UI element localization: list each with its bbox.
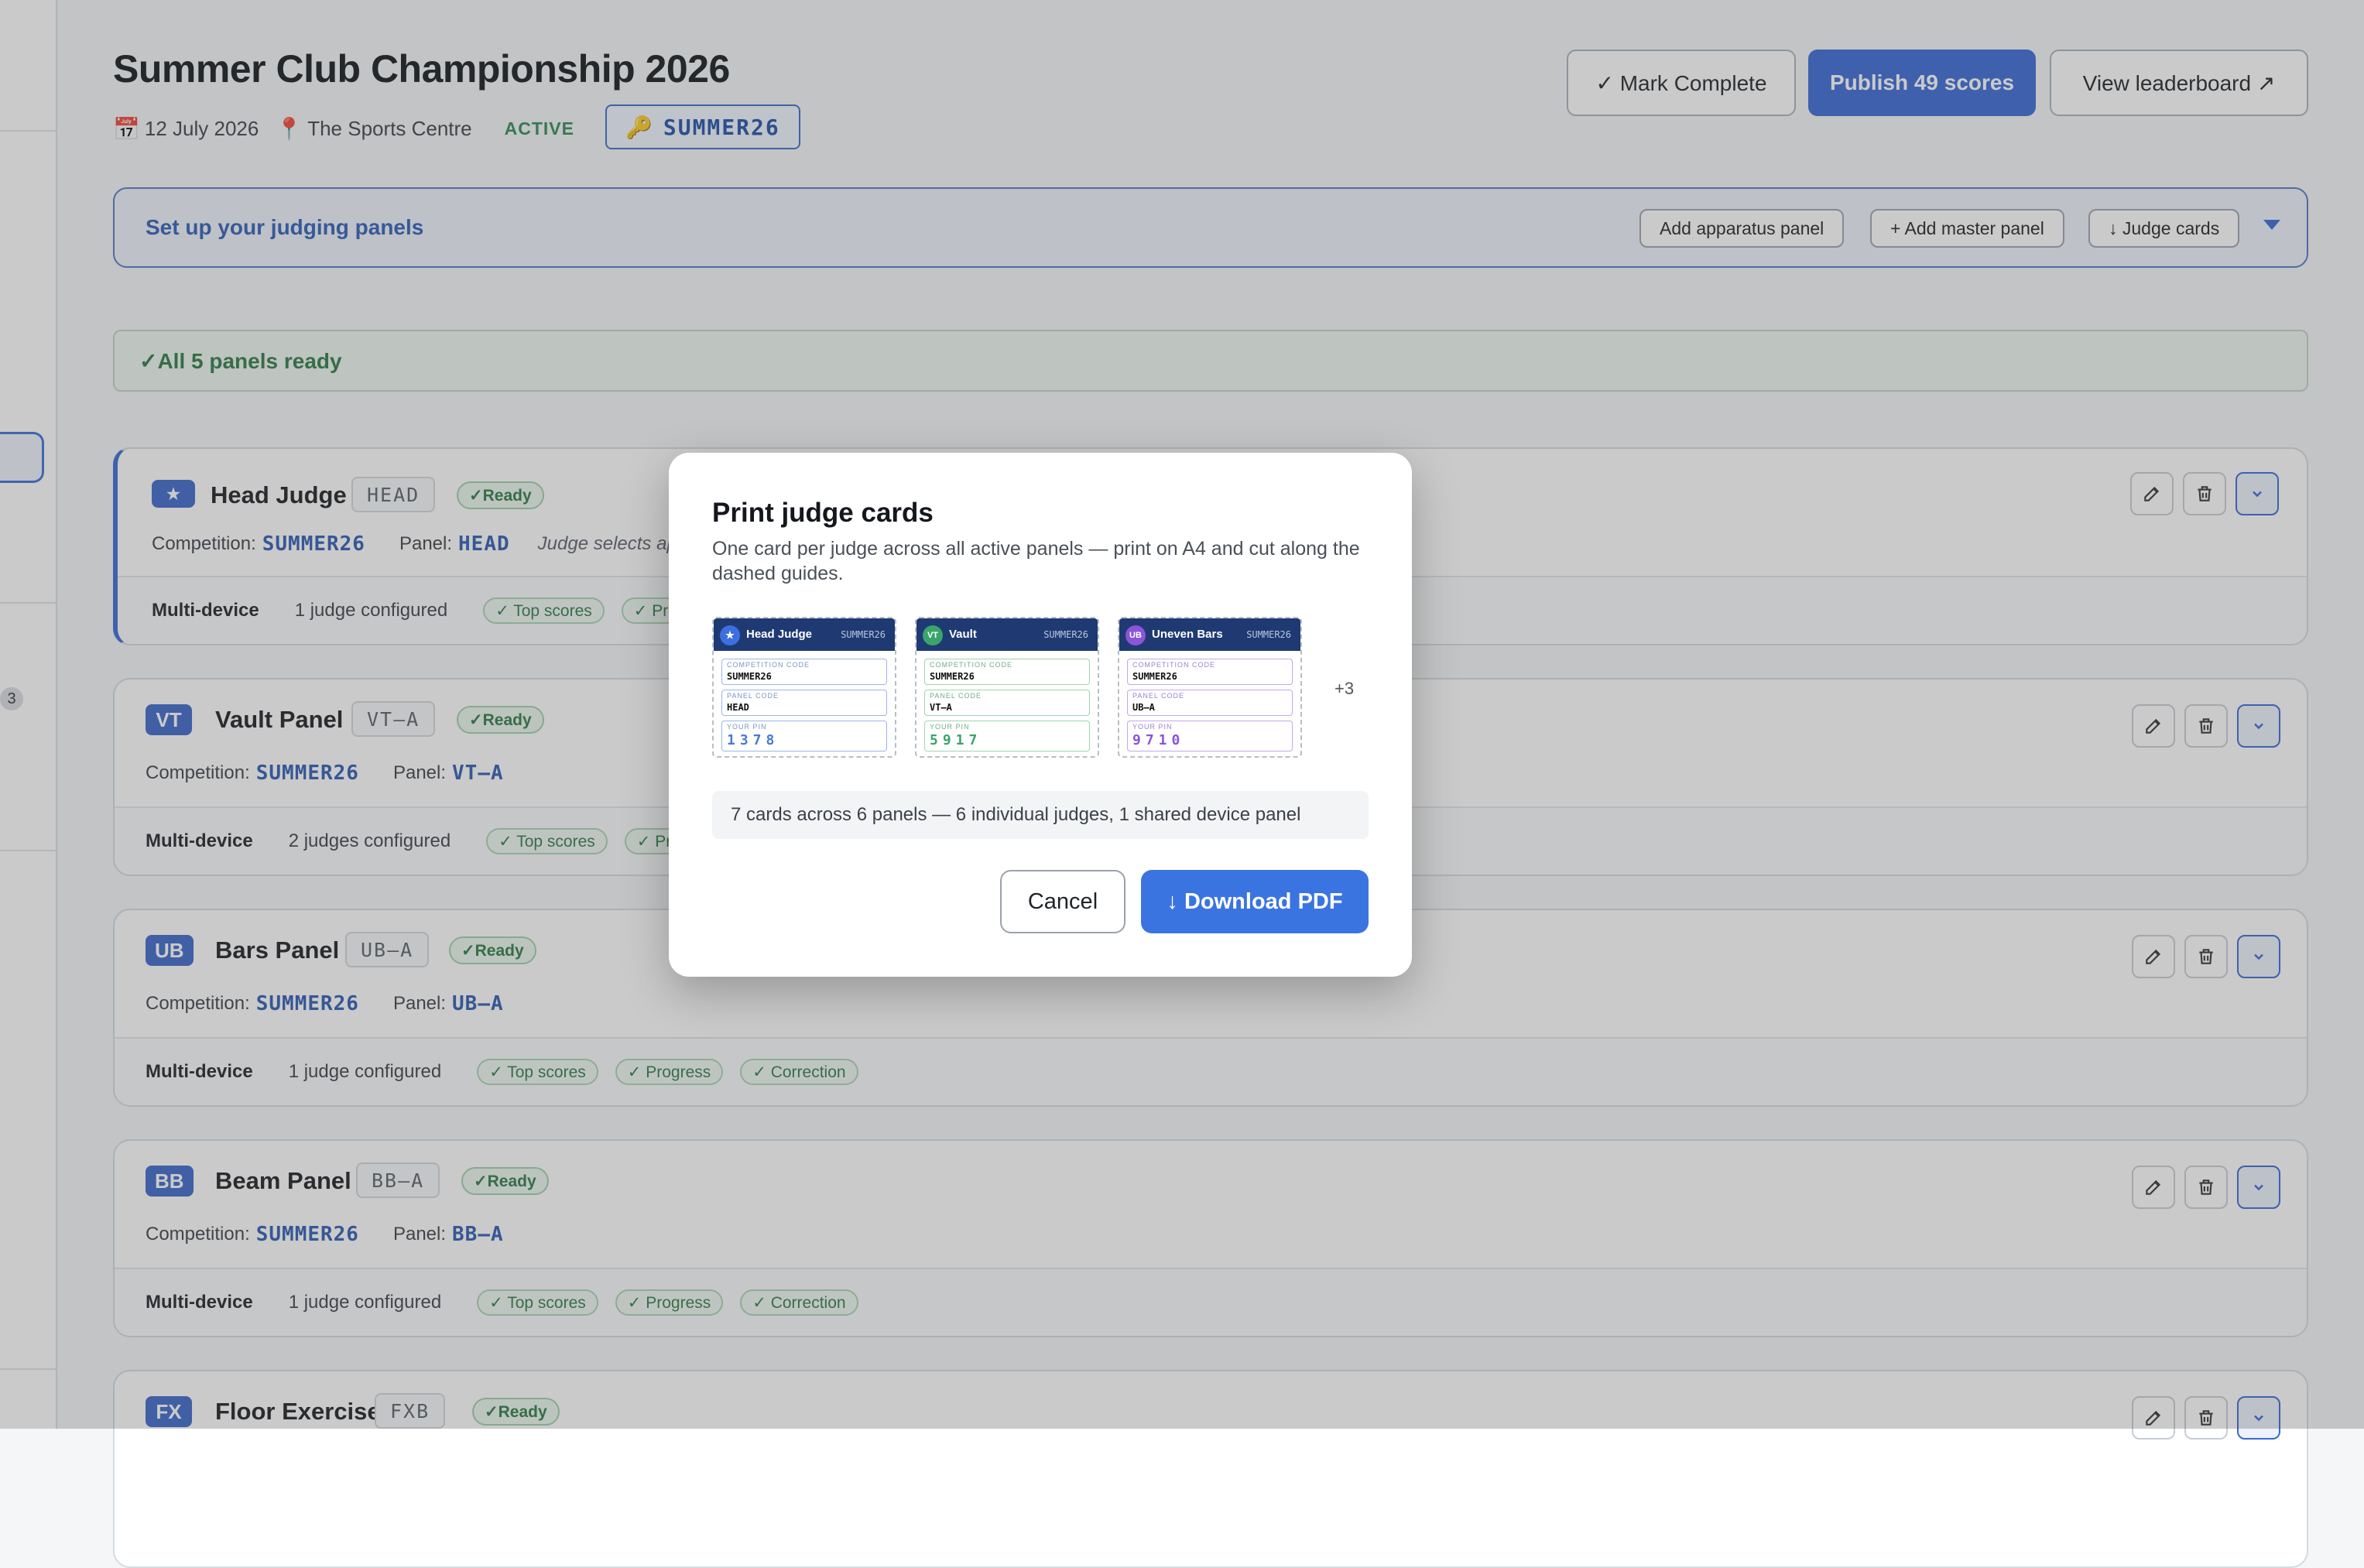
card-badge: UB (1125, 625, 1146, 645)
card-header: ★ Head Judge SUMMER26 (714, 618, 895, 651)
field-label: YOUR PIN (1132, 723, 1173, 731)
field-label: COMPETITION CODE (727, 661, 810, 669)
pin-field: YOUR PIN 9710 (1127, 721, 1293, 751)
card-code: SUMMER26 (1246, 629, 1291, 640)
card-title: Head Judge (746, 628, 813, 641)
card-header: VT Vault SUMMER26 (916, 618, 1098, 651)
pin-field: YOUR PIN 5917 (924, 721, 1090, 751)
cancel-button[interactable]: Cancel (1000, 870, 1125, 933)
judge-card-preview: UB Uneven Bars SUMMER26 COMPETITION CODE… (1118, 617, 1302, 758)
judge-card-preview: ★ Head Judge SUMMER26 COMPETITION CODE S… (712, 617, 896, 758)
pin-value: 5917 (930, 732, 982, 748)
field-label: PANEL CODE (727, 692, 779, 700)
download-pdf-button[interactable]: ↓ Download PDF (1141, 870, 1369, 933)
field-value: SUMMER26 (1132, 671, 1177, 682)
card-title: Uneven Bars (1152, 628, 1223, 641)
field-label: YOUR PIN (930, 723, 970, 731)
star-icon: ★ (720, 625, 740, 645)
card-header: UB Uneven Bars SUMMER26 (1119, 618, 1300, 651)
competition-code-field: COMPETITION CODE SUMMER26 (924, 659, 1090, 685)
cards-summary: 7 cards across 6 panels — 6 individual j… (712, 791, 1369, 839)
competition-code-field: COMPETITION CODE SUMMER26 (1127, 659, 1293, 685)
judge-card-preview: VT Vault SUMMER26 COMPETITION CODE SUMME… (915, 617, 1099, 758)
field-value: VT–A (930, 702, 952, 713)
panel-code-field: PANEL CODE VT–A (924, 690, 1090, 716)
pin-value: 1378 (727, 732, 779, 748)
field-value: HEAD (727, 702, 749, 713)
pin-field: YOUR PIN 1378 (721, 721, 887, 751)
dialog-description: One card per judge across all active pan… (712, 538, 1360, 584)
pin-value: 9710 (1132, 732, 1185, 748)
field-label: YOUR PIN (727, 723, 767, 731)
field-label: PANEL CODE (1132, 692, 1185, 700)
field-label: PANEL CODE (930, 692, 982, 700)
field-label: COMPETITION CODE (930, 661, 1013, 669)
field-value: SUMMER26 (727, 671, 772, 682)
card-code: SUMMER26 (1043, 629, 1088, 640)
field-value: SUMMER26 (930, 671, 975, 682)
more-cards-count: +3 (1334, 679, 1355, 698)
panel-code-field: PANEL CODE HEAD (721, 690, 887, 716)
print-judge-cards-dialog: Print judge cards One card per judge acr… (669, 453, 1412, 977)
panel-code-field: PANEL CODE UB–A (1127, 690, 1293, 716)
competition-code-field: COMPETITION CODE SUMMER26 (721, 659, 887, 685)
card-badge: VT (923, 625, 943, 645)
field-value: UB–A (1132, 702, 1155, 713)
card-title: Vault (949, 628, 977, 641)
field-label: COMPETITION CODE (1132, 661, 1216, 669)
card-code: SUMMER26 (841, 629, 886, 640)
dialog-title: Print judge cards (712, 498, 934, 528)
